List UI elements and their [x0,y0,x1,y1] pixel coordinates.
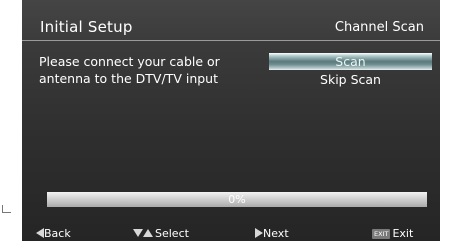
back-hint[interactable]: Back [36,227,71,241]
exit-label: Exit [392,227,414,240]
down-arrow-icon [133,229,143,237]
next-label: Next [263,227,289,240]
page-title: Initial Setup [40,18,133,36]
select-hint[interactable]: Select [133,227,189,241]
footer-hints: Back Select Next EXIT Exit [22,225,440,241]
skip-scan-button[interactable]: Skip Scan [269,71,432,88]
scan-menu: Scan Skip Scan [269,53,432,88]
back-label: Back [44,227,71,240]
next-hint[interactable]: Next [255,227,289,241]
exit-key-icon: EXIT [372,229,391,239]
up-arrow-icon [143,229,153,237]
frame-corner-mark [2,205,11,213]
scan-button[interactable]: Scan [269,53,432,70]
left-arrow-icon [36,228,44,238]
select-label: Select [155,227,189,240]
progress-label: 0% [228,193,246,206]
instruction-message: Please connect your cable or antenna to … [39,54,220,86]
tv-setup-screen: Initial Setup Channel Scan Please connec… [22,0,440,241]
right-arrow-icon [255,228,263,238]
scan-progress-bar: 0% [47,192,427,207]
exit-hint[interactable]: EXIT Exit [372,227,413,241]
header-divider [22,40,440,41]
breadcrumb: Channel Scan [334,20,424,35]
